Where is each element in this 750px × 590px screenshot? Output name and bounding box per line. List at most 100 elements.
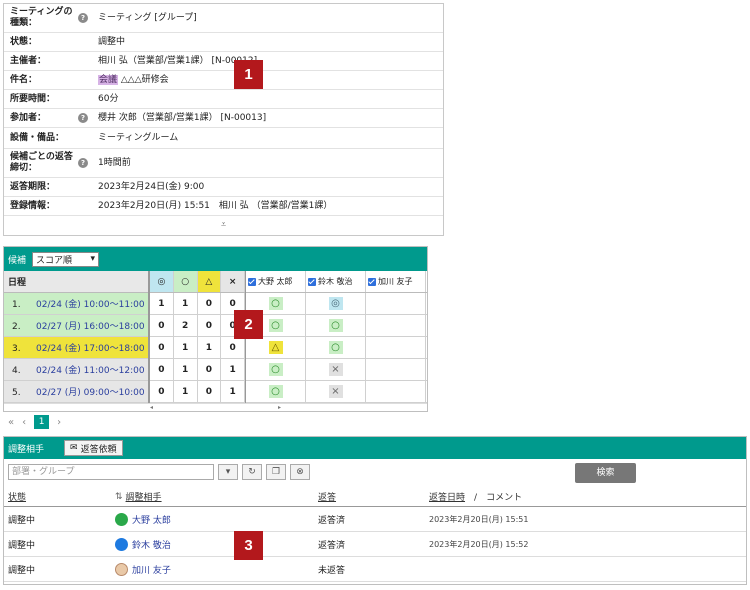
reply-header[interactable]: 返答 — [318, 493, 336, 503]
copy-icon[interactable]: ❐ — [266, 464, 286, 480]
candidates-panel: 候補 スコア順 ▾ 日程 1. 02/24 (金) 10:00～11:00 2. 02/… — [3, 246, 428, 412]
score-count: 1 — [174, 381, 198, 402]
info-row-organizer: 主催者： 相川 弘（営業部/営業1課） [N-00012] — [4, 52, 443, 71]
info-label: 返答期限： — [10, 181, 56, 192]
score-count: 2 — [174, 315, 198, 336]
avatar — [115, 512, 128, 526]
date-column: 日程 1. 02/24 (金) 10:00～11:00 2. 02/27 (月) 16… — [4, 271, 150, 403]
score-count: 1 — [174, 337, 198, 358]
checkbox-icon[interactable] — [368, 277, 376, 286]
participant-name-link[interactable]: 加川 友子 — [132, 563, 171, 576]
info-label: 登録情報： — [10, 200, 56, 211]
info-value: ミーティングルーム — [98, 132, 179, 143]
person-header[interactable]: 鈴木 敬治 — [306, 271, 366, 292]
reply-status: 未返答 — [318, 565, 346, 576]
answer-mark: × — [328, 385, 343, 398]
name-header[interactable]: 調整相手 — [126, 490, 162, 503]
current-page[interactable]: 1 — [34, 415, 50, 429]
date-link[interactable]: 02/27 (月) 09:00～10:00 — [36, 388, 145, 398]
help-icon[interactable]: ? — [78, 13, 88, 23]
meeting-info-panel: ミーティングの種類：? ミーティング [グループ] 状態： 調整中 主催者： 相… — [3, 3, 444, 236]
next-page-icon[interactable]: › — [57, 417, 61, 428]
score-columns: ◎ ○ △ × 11000200011001010101 — [150, 271, 246, 403]
info-value: 1時間前 — [98, 157, 131, 168]
request-reply-button[interactable]: ✉ 返答依頼 — [64, 440, 123, 456]
participant-name-link[interactable]: 大野 太郎 — [132, 513, 171, 526]
status-cell: 調整中 — [8, 565, 36, 576]
answer-mark: ○ — [268, 385, 283, 398]
info-value: 調整中 — [98, 36, 126, 47]
dropdown-icon[interactable]: ▾ — [218, 464, 238, 480]
date-link[interactable]: 02/27 (月) 16:00～18:00 — [36, 322, 145, 332]
status-header[interactable]: 状態 — [8, 493, 26, 503]
candidate-date-row[interactable]: 2. 02/27 (月) 16:00～18:00 — [4, 315, 148, 337]
pagination: « ‹ 1 › — [8, 415, 61, 429]
score-header-double-circle: ◎ — [150, 271, 174, 292]
score-count: 0 — [221, 337, 245, 358]
group-select-input[interactable]: 部署・グループ — [8, 464, 214, 480]
score-count: 1 — [221, 359, 245, 380]
empty-answer — [366, 381, 426, 402]
candidate-date-row[interactable]: 5. 02/27 (月) 09:00～10:00 — [4, 381, 148, 403]
sort-value: スコア順 — [36, 255, 73, 266]
comment-header: コメント — [486, 493, 523, 503]
participants-label: 調整相手 — [8, 444, 45, 455]
row-number: 1. — [12, 300, 21, 310]
date-link[interactable]: 02/24 (金) 11:00～12:00 — [36, 366, 145, 376]
info-row-type: ミーティングの種類：? ミーティング [グループ] — [4, 4, 443, 33]
participants-panel: 調整相手 ✉ 返答依頼 部署・グループ ▾ ↻ ❐ ⊗ 検索 状態 ⇅ 調整相手 返… — [3, 436, 747, 585]
info-value: 相川 弘（営業部/営業1課） [N-00012] — [98, 55, 258, 66]
search-button[interactable]: 検索 — [575, 463, 636, 483]
answer-mark: × — [328, 363, 343, 376]
candidate-date-row[interactable]: 3. 02/24 (金) 17:00～18:00 — [4, 337, 148, 359]
row-number: 2. — [12, 322, 21, 332]
participants-table-header: 状態 ⇅ 調整相手 返答 返答日時 / コメント — [4, 487, 746, 507]
score-count: 0 — [198, 359, 222, 380]
row-number: 3. — [12, 344, 21, 354]
callout-marker-1: 1 — [234, 60, 263, 89]
status-cell: 調整中 — [8, 540, 36, 551]
callout-marker-2: 2 — [234, 310, 263, 339]
candidate-date-row[interactable]: 4. 02/24 (金) 11:00～12:00 — [4, 359, 148, 381]
answer-mark: △ — [268, 341, 283, 354]
info-row-attendees: 参加者：? 櫻井 次郎（営業部/営業1課） [N-00013] — [4, 109, 443, 128]
person-answer-row: ○ × — [246, 359, 427, 381]
info-label: 状態： — [10, 36, 38, 47]
score-count: 1 — [221, 381, 245, 402]
person-answer-row: ○ ○ — [246, 315, 427, 337]
date-header[interactable]: 返答日時 — [429, 493, 465, 503]
score-row: 0110 — [150, 337, 245, 359]
empty-answer — [366, 359, 426, 380]
scroll-right-icon[interactable]: ▸ — [278, 404, 281, 411]
participant-name-link[interactable]: 鈴木 敬治 — [132, 538, 171, 551]
date-link[interactable]: 02/24 (金) 17:00～18:00 — [36, 344, 145, 354]
help-icon[interactable]: ? — [78, 158, 88, 168]
info-row-deadline-each: 候補ごとの返答締切：? 1時間前 — [4, 149, 443, 178]
info-label: 候補ごとの返答締切： — [10, 152, 73, 173]
checkbox-icon[interactable] — [248, 277, 256, 286]
person-header[interactable]: 加川 友子 — [366, 271, 426, 292]
expand-toggle-icon[interactable]: ⩡ — [4, 216, 443, 235]
person-header[interactable]: 大野 太郎 — [246, 271, 306, 292]
candidate-date-row[interactable]: 1. 02/24 (金) 10:00～11:00 — [4, 293, 148, 315]
date-link[interactable]: 02/24 (金) 10:00～11:00 — [36, 300, 145, 310]
score-count: 0 — [150, 381, 174, 402]
info-row-registered: 登録情報： 2023年2月20日(月) 15:51 相川 弘 （営業部/営業1課… — [4, 197, 443, 216]
score-count: 1 — [150, 293, 174, 314]
reset-icon[interactable]: ↻ — [242, 464, 262, 480]
participants-header: 調整相手 ✉ 返答依頼 — [4, 437, 746, 459]
answer-mark: ○ — [268, 297, 283, 310]
first-page-icon[interactable]: « — [8, 417, 14, 428]
info-label: 参加者： — [10, 112, 47, 123]
clear-icon[interactable]: ⊗ — [290, 464, 310, 480]
sort-order-select[interactable]: スコア順 ▾ — [32, 251, 100, 267]
help-icon[interactable]: ? — [78, 113, 88, 123]
horizontal-scrollbar[interactable]: ◂ ▸ — [4, 403, 427, 411]
checkbox-icon[interactable] — [308, 277, 316, 286]
prev-page-icon[interactable]: ‹ — [22, 417, 26, 428]
info-label: ミーティングの種類： — [10, 7, 73, 28]
info-row-status: 状態： 調整中 — [4, 33, 443, 52]
score-count: 0 — [198, 381, 222, 402]
scroll-left-icon[interactable]: ◂ — [150, 404, 153, 411]
sort-icon[interactable]: ⇅ — [115, 492, 123, 502]
